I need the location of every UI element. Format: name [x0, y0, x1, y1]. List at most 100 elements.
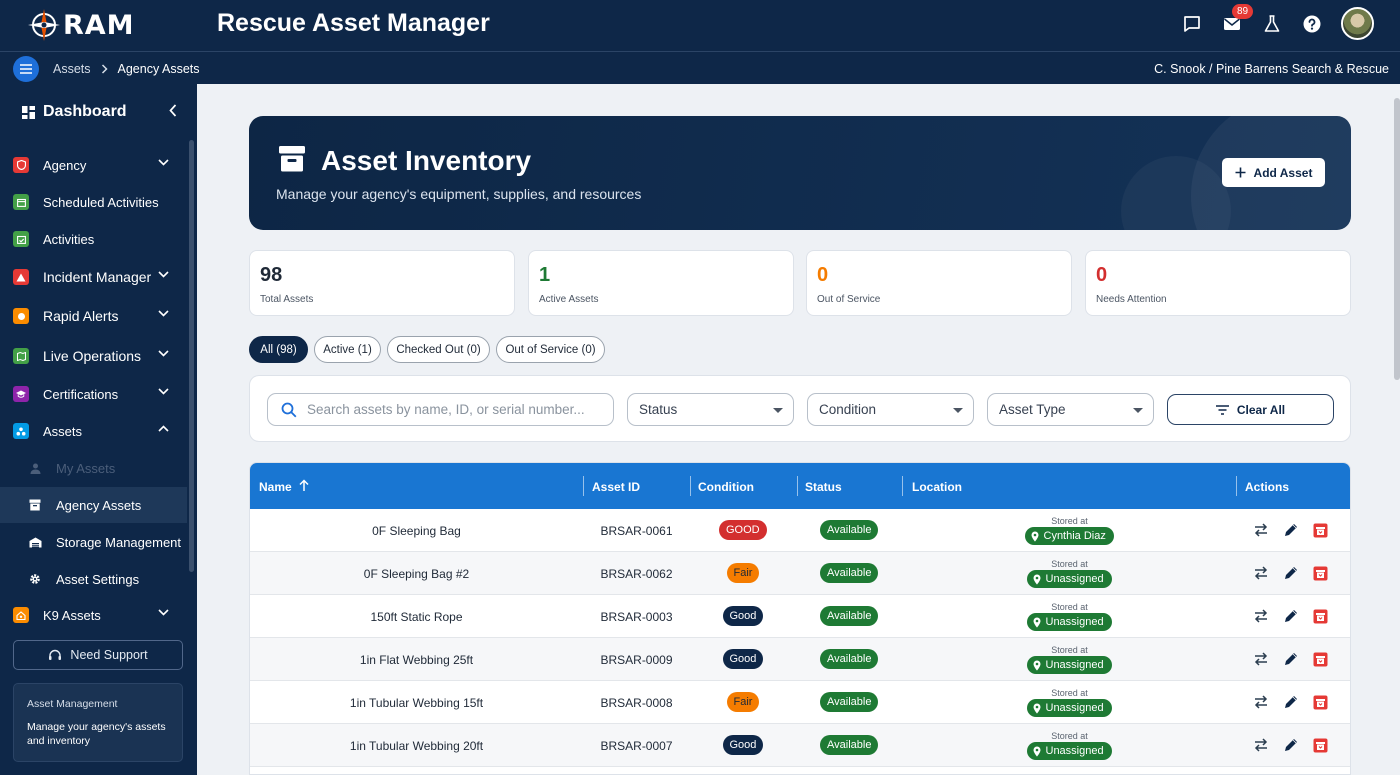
edit-icon[interactable] — [1283, 565, 1299, 581]
chevron-right-icon — [101, 64, 108, 74]
transfer-icon[interactable] — [1253, 652, 1269, 666]
breadcrumb-assets[interactable]: Assets — [53, 62, 91, 76]
sidebar-item-assets[interactable]: Assets — [0, 413, 187, 449]
sidebar-item-incident-manager[interactable]: Incident Manager — [0, 259, 187, 295]
location-badge: Cynthia Diaz — [1024, 527, 1114, 545]
sidebar-item-k9-assets[interactable]: K9 Assets — [0, 597, 187, 633]
sidebar-item-activities[interactable]: Activities — [0, 221, 187, 257]
delete-icon[interactable] — [1313, 566, 1328, 581]
logo-text: RAM — [63, 9, 135, 41]
col-name[interactable]: Name — [259, 480, 292, 494]
asset-name[interactable]: 1in Tubular Webbing 20ft — [250, 739, 583, 753]
sidebar-item-live-operations[interactable]: Live Operations — [0, 338, 187, 374]
sidebar-item-label: Activities — [43, 231, 95, 247]
location-badge: Unassigned — [1026, 656, 1112, 674]
hero-banner: Asset Inventory Manage your agency's equ… — [249, 116, 1351, 230]
help-icon[interactable] — [1301, 13, 1323, 35]
status-badge: Available — [820, 520, 879, 540]
sidebar-item-agency[interactable]: Agency — [0, 147, 187, 183]
user-org-label: C. Snook / Pine Barrens Search & Rescue — [1154, 62, 1389, 76]
sidebar-item-storage-management[interactable]: Storage Management — [0, 524, 187, 560]
tab-all[interactable]: All (98) — [249, 336, 308, 363]
add-asset-button[interactable]: Add Asset — [1222, 158, 1325, 187]
edit-icon[interactable] — [1283, 608, 1299, 624]
col-asset-id[interactable]: Asset ID — [592, 480, 640, 494]
need-support-button[interactable]: Need Support — [13, 640, 183, 670]
delete-icon[interactable] — [1313, 738, 1328, 753]
mail-count-badge: 89 — [1232, 3, 1254, 19]
sidebar-item-scheduled-activities[interactable]: Scheduled Activities — [0, 184, 187, 220]
sidebar-item-rapid-alerts[interactable]: Rapid Alerts — [0, 298, 187, 334]
chevron-left-icon[interactable] — [169, 104, 177, 117]
delete-icon[interactable] — [1313, 523, 1328, 538]
mail-icon[interactable]: 89 — [1221, 3, 1254, 35]
table-row[interactable]: 1in Tubular Webbing 20ft BRSAR-0007 Good Av… — [250, 724, 1350, 767]
table-row[interactable]: Stored at — [250, 767, 1350, 774]
col-status[interactable]: Status — [805, 480, 842, 494]
transfer-icon[interactable] — [1253, 738, 1269, 752]
flask-icon[interactable] — [1261, 13, 1283, 35]
edit-icon[interactable] — [1283, 651, 1299, 667]
sidebar-item-my-assets[interactable]: My Assets — [0, 450, 187, 486]
location-value: Unassigned — [1045, 616, 1104, 628]
condition-select[interactable]: Condition — [807, 393, 974, 426]
sidebar-item-label: Agency — [43, 157, 87, 173]
delete-icon[interactable] — [1313, 652, 1328, 667]
search-input[interactable] — [307, 402, 597, 417]
user-avatar[interactable] — [1341, 7, 1374, 40]
clear-all-button[interactable]: Clear All — [1167, 394, 1334, 425]
transfer-icon[interactable] — [1253, 566, 1269, 580]
transfer-icon[interactable] — [1253, 695, 1269, 709]
delete-icon[interactable] — [1313, 695, 1328, 710]
asset-name[interactable]: 1in Tubular Webbing 15ft — [250, 696, 583, 710]
caret-down-icon — [1133, 408, 1143, 413]
table-row[interactable]: 0F Sleeping Bag #2 BRSAR-0062 Fair Availabl… — [250, 552, 1350, 595]
location-badge: Unassigned — [1026, 699, 1112, 717]
asset-id: BRSAR-0008 — [600, 696, 673, 710]
asset-type-select[interactable]: Asset Type — [987, 393, 1154, 426]
sidebar-item-label: My Assets — [56, 460, 116, 476]
sidebar-item-asset-settings[interactable]: Asset Settings — [0, 561, 187, 597]
sidebar-item-label: Incident Manager — [43, 269, 152, 285]
asset-name[interactable]: 150ft Static Rope — [250, 610, 583, 624]
app-logo[interactable]: RAM — [26, 7, 135, 43]
col-location[interactable]: Location — [912, 480, 962, 494]
tab-checked-out[interactable]: Checked Out (0) — [387, 336, 490, 363]
condition-badge: Good — [722, 649, 764, 669]
transfer-icon[interactable] — [1253, 609, 1269, 623]
asset-id: BRSAR-0062 — [600, 567, 673, 581]
table-row[interactable]: 150ft Static Rope BRSAR-0003 Good Available… — [250, 595, 1350, 638]
sidebar-item-certifications[interactable]: Certifications — [0, 376, 187, 412]
page-scrollbar[interactable] — [1394, 98, 1400, 380]
calendar-check-icon — [13, 231, 29, 247]
status-select[interactable]: Status — [627, 393, 794, 426]
asset-name[interactable]: 0F Sleeping Bag — [250, 524, 583, 538]
table-row[interactable]: 1in Tubular Webbing 15ft BRSAR-0008 Fair Av… — [250, 681, 1350, 724]
stat-card-out-of-service: 0 Out of Service — [806, 250, 1072, 316]
location-value: Unassigned — [1045, 745, 1104, 757]
delete-icon[interactable] — [1313, 609, 1328, 624]
chevron-down-icon — [158, 310, 169, 317]
sidebar-scrollbar[interactable] — [189, 140, 194, 572]
sort-arrow-up-icon[interactable] — [299, 479, 309, 492]
col-condition[interactable]: Condition — [698, 480, 754, 494]
tab-out-of-service[interactable]: Out of Service (0) — [496, 336, 605, 363]
sidebar-item-label: Live Operations — [43, 348, 142, 364]
asset-name[interactable]: 1in Flat Webbing 25ft — [250, 653, 583, 667]
filter-panel: Status Condition Asset Type Clear All — [249, 375, 1351, 442]
table-row[interactable]: 1in Flat Webbing 25ft BRSAR-0009 Good Avail… — [250, 638, 1350, 681]
chat-icon[interactable] — [1181, 13, 1203, 35]
table-row[interactable]: 0F Sleeping Bag BRSAR-0061 GOOD Available St… — [250, 509, 1350, 552]
edit-icon[interactable] — [1283, 522, 1299, 538]
tab-active[interactable]: Active (1) — [314, 336, 381, 363]
edit-icon[interactable] — [1283, 737, 1299, 753]
menu-button[interactable] — [13, 56, 39, 82]
sidebar-item-label: Agency Assets — [56, 497, 142, 513]
chevron-down-icon — [158, 159, 169, 166]
asset-name[interactable]: 0F Sleeping Bag #2 — [250, 567, 583, 581]
edit-icon[interactable] — [1283, 694, 1299, 710]
sidebar-item-agency-assets[interactable]: Agency Assets — [0, 487, 187, 523]
sidebar-dashboard[interactable]: Dashboard — [22, 103, 127, 121]
transfer-icon[interactable] — [1253, 523, 1269, 537]
chevron-down-icon — [158, 388, 169, 395]
